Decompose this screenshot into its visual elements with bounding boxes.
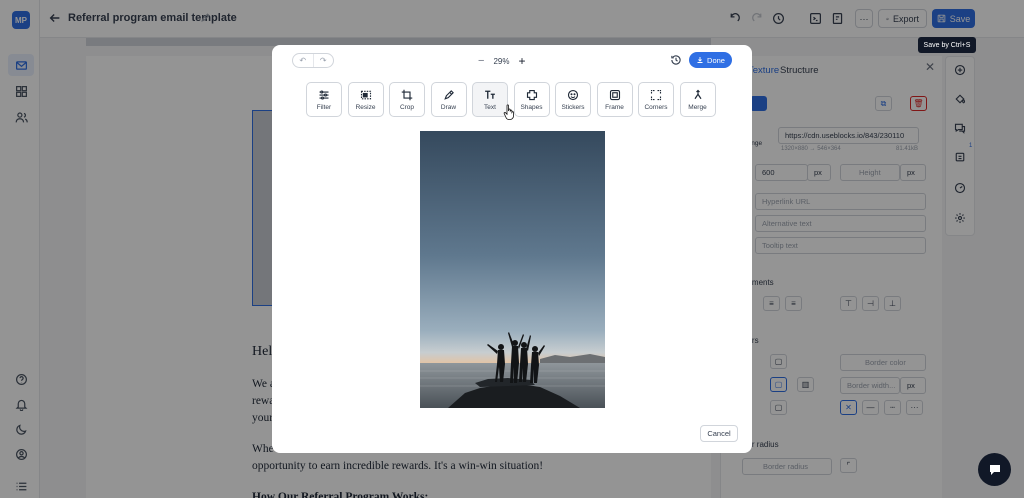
resize-icon: [360, 90, 371, 99]
tool-corners[interactable]: Corners: [638, 82, 674, 117]
tool-resize[interactable]: Resize: [347, 82, 384, 117]
hand-cursor-icon: [503, 104, 514, 120]
image-editor-modal: ↶ ↷ − 29% + Done Filter Resize Crop Draw: [272, 45, 752, 453]
download-icon: [697, 57, 703, 63]
zoom-control: − 29% +: [478, 54, 525, 68]
chat-icon: [989, 464, 1000, 475]
tool-label: Merge: [688, 103, 707, 111]
pen-icon: [443, 89, 454, 100]
done-button[interactable]: Done: [689, 52, 732, 68]
tool-label: Filter: [316, 103, 332, 111]
chat-support-button[interactable]: [978, 453, 1011, 486]
reset-history-icon[interactable]: [670, 54, 682, 66]
undo-redo-group: ↶ ↷: [292, 53, 334, 68]
editor-redo-icon[interactable]: ↷: [314, 54, 334, 67]
tool-label: Stickers: [561, 103, 585, 111]
sticker-icon: [567, 89, 579, 100]
tool-label: Crop: [399, 103, 415, 111]
editor-photo[interactable]: [420, 131, 605, 408]
tool-label: Shapes: [520, 103, 543, 111]
tool-draw[interactable]: Draw: [430, 82, 467, 117]
tool-label: Corners: [644, 103, 668, 111]
merge-icon: [694, 89, 701, 99]
tool-label: Text: [484, 103, 496, 111]
done-label: Done: [707, 55, 725, 65]
tool-label: Draw: [440, 103, 457, 111]
tool-crop[interactable]: Crop: [389, 82, 425, 117]
tool-label: Resize: [355, 103, 376, 111]
save-tooltip: Save by Ctrl+S: [918, 37, 976, 53]
zoom-out-button[interactable]: −: [478, 55, 484, 67]
tool-frame[interactable]: Frame: [596, 82, 633, 117]
frame-icon: [609, 89, 620, 100]
cancel-button[interactable]: Cancel: [700, 425, 738, 442]
tool-shapes[interactable]: Shapes: [513, 82, 550, 117]
editor-undo-icon[interactable]: ↶: [293, 54, 314, 67]
tool-merge[interactable]: Merge: [679, 82, 716, 117]
tool-filter[interactable]: Filter: [306, 82, 342, 117]
sliders-icon: [319, 89, 329, 100]
tool-label: Frame: [605, 103, 624, 111]
corners-icon: [650, 89, 662, 100]
crop-icon: [401, 89, 413, 100]
zoom-in-button[interactable]: +: [518, 54, 525, 68]
shapes-icon: [526, 89, 537, 100]
zoom-level: 29%: [493, 56, 510, 66]
text-icon: [485, 90, 495, 99]
tool-stickers[interactable]: Stickers: [555, 82, 591, 117]
